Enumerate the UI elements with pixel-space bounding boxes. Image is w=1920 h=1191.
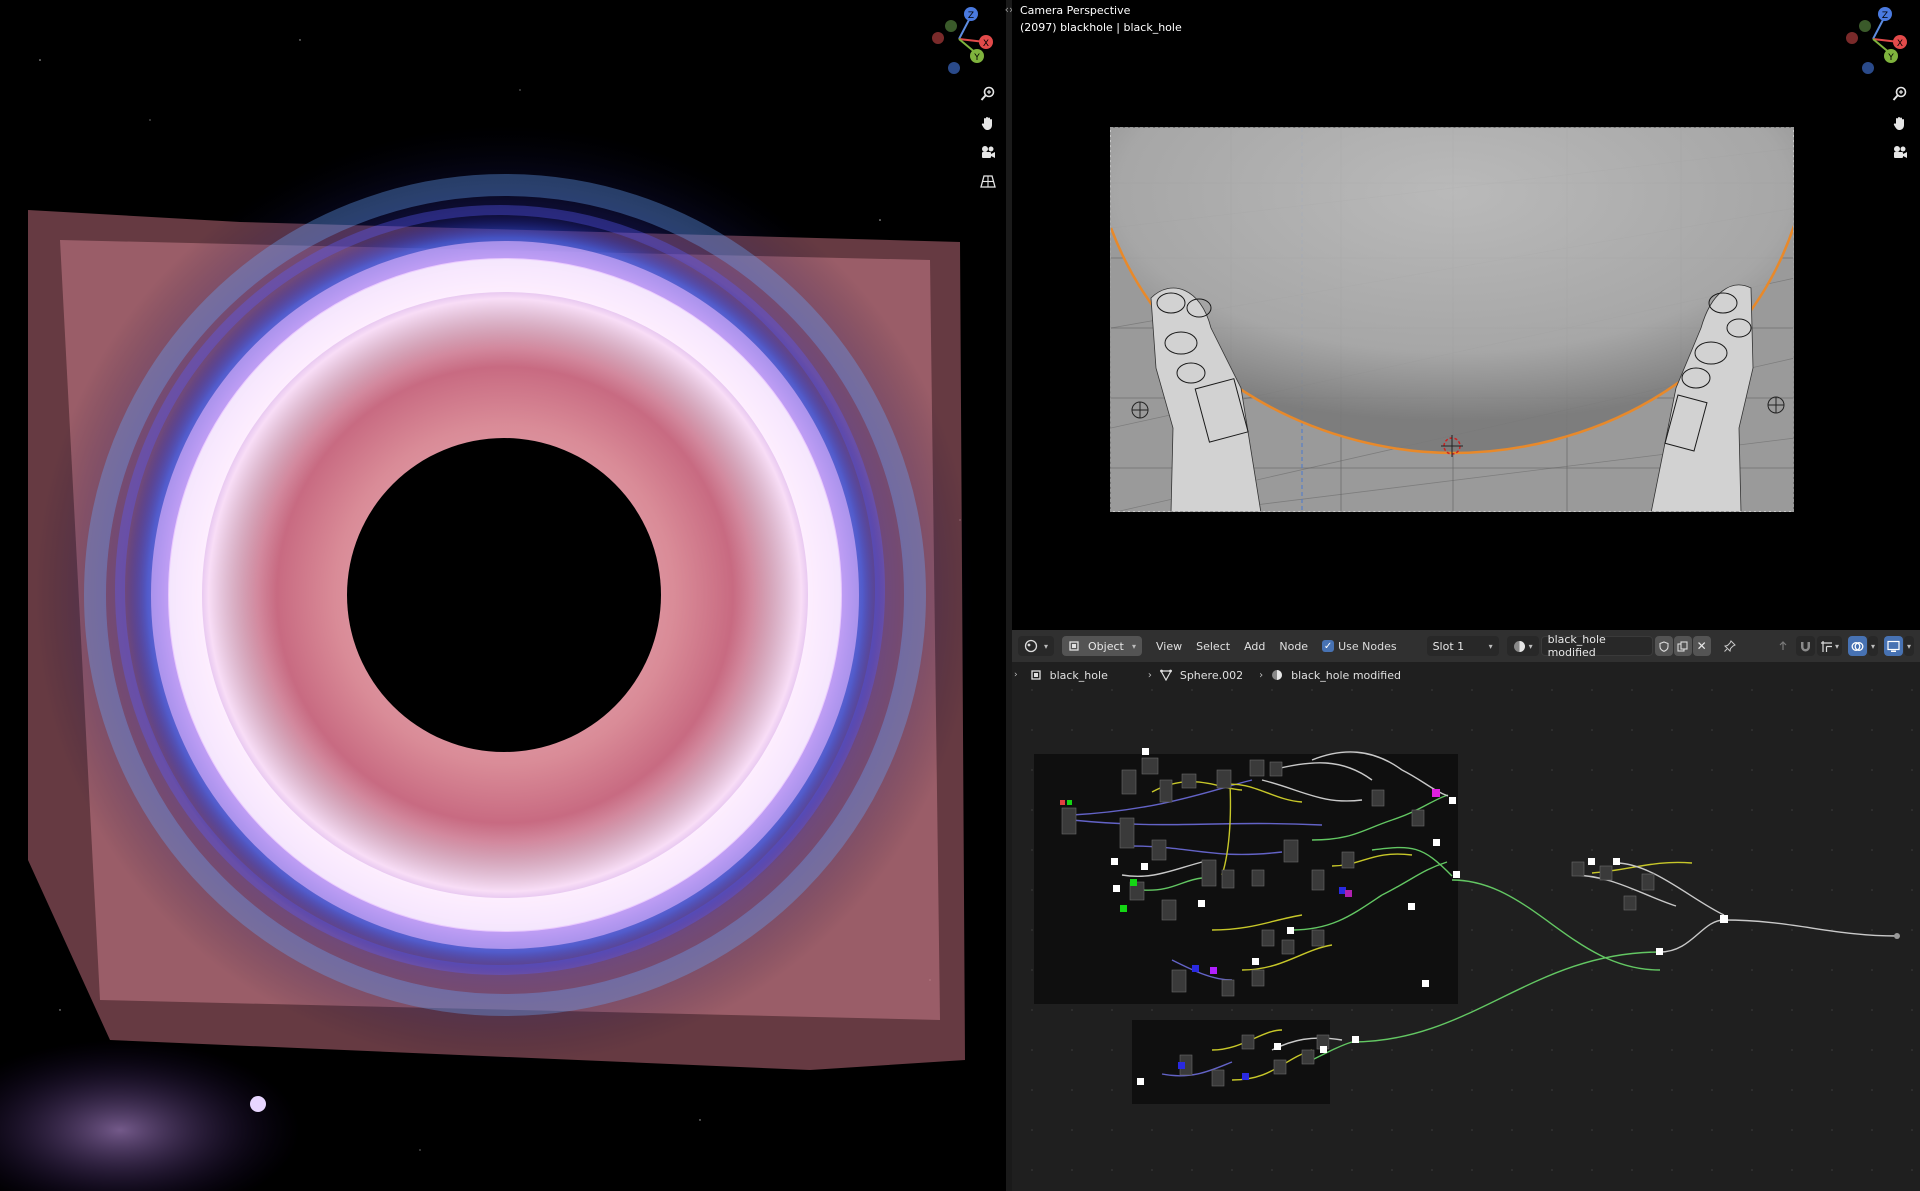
svg-text:X: X bbox=[983, 39, 989, 49]
scene-preview bbox=[1111, 128, 1793, 511]
viewport-info: Camera Perspective (2097) blackhole | bl… bbox=[1020, 2, 1182, 36]
camera-icon[interactable] bbox=[1888, 140, 1912, 164]
camera-viewport[interactable]: Camera Perspective (2097) blackhole | bl… bbox=[1012, 0, 1920, 630]
grid-ortho-icon[interactable] bbox=[976, 169, 1000, 193]
svg-text:Y: Y bbox=[973, 53, 980, 63]
zoom-icon[interactable] bbox=[1888, 82, 1912, 106]
shader-node-editor[interactable]: ▾ Object ▾ View Select Add Node ✓ Use No… bbox=[1012, 630, 1920, 1191]
svg-text:Z: Z bbox=[1882, 11, 1888, 21]
viewport-subtitle: (2097) blackhole | black_hole bbox=[1020, 21, 1182, 34]
hand-pan-icon[interactable] bbox=[976, 111, 1000, 135]
viewport-title: Camera Perspective bbox=[1020, 4, 1131, 17]
svg-text:Y: Y bbox=[1887, 53, 1894, 63]
svg-text:Z: Z bbox=[968, 11, 974, 21]
hand-pan-icon[interactable] bbox=[1888, 111, 1912, 135]
svg-text:X: X bbox=[1897, 39, 1903, 49]
camera-icon[interactable] bbox=[976, 140, 1000, 164]
render-viewport[interactable]: Z X Y bbox=[0, 0, 1006, 1191]
navigation-gizmo-left[interactable]: Z X Y bbox=[924, 4, 994, 74]
node-graph[interactable] bbox=[1012, 630, 1920, 1191]
navigation-gizmo-right[interactable]: Z X Y bbox=[1838, 4, 1908, 74]
camera-frame bbox=[1110, 127, 1794, 512]
zoom-icon[interactable] bbox=[976, 82, 1000, 106]
black-hole-render bbox=[0, 39, 975, 1191]
